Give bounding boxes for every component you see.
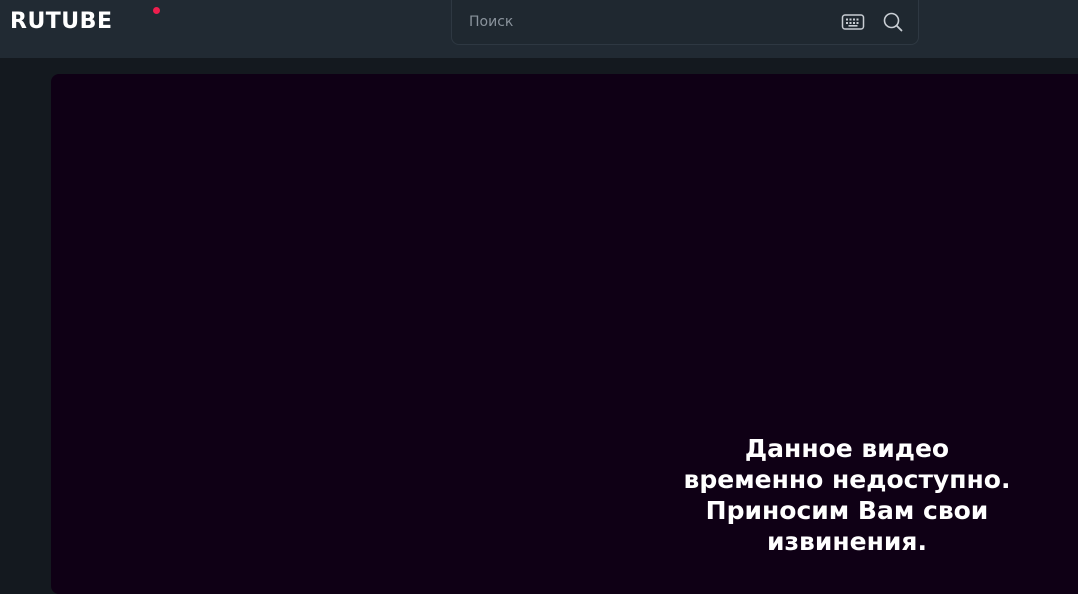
search-icon[interactable] bbox=[882, 11, 904, 33]
video-unavailable-message: Данное видео временно недоступно. Принос… bbox=[683, 434, 1011, 556]
search-input[interactable] bbox=[469, 11, 829, 33]
logo-dot-icon bbox=[153, 7, 160, 14]
keyboard-icon[interactable] bbox=[841, 12, 865, 32]
search-bar bbox=[451, 0, 919, 45]
logo-text: RUTUBE bbox=[10, 9, 113, 34]
top-header: RUTUBE bbox=[0, 0, 1078, 58]
